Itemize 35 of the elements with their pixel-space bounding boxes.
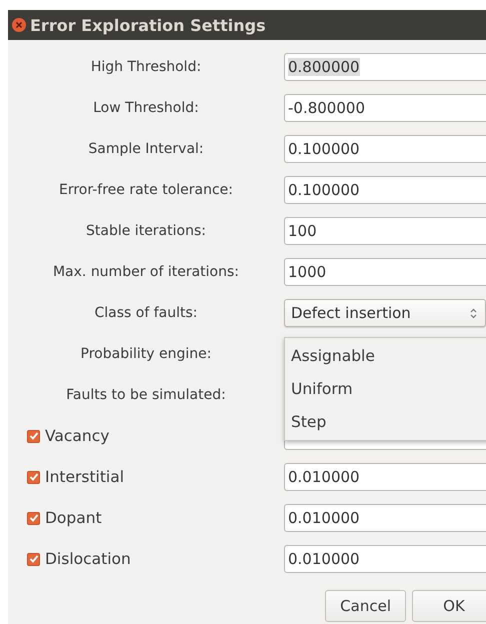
input-field[interactable]: 100 <box>284 217 486 245</box>
input-field[interactable]: 0.800000 <box>284 53 486 81</box>
input-field[interactable]: 1000 <box>284 258 486 286</box>
field-label: Low Threshold: <box>92 100 200 116</box>
checkbox-label: Dopant <box>45 509 102 527</box>
field-label: Probability engine: <box>80 346 212 362</box>
field-label: High Threshold: <box>90 59 202 75</box>
cancel-button[interactable]: Cancel <box>325 590 406 622</box>
checkbox-label: Interstitial <box>45 468 124 486</box>
window-title: Error Exploration Settings <box>30 16 266 34</box>
spinner-icon <box>470 308 477 318</box>
ok-button[interactable]: OK <box>412 590 486 622</box>
checkbox-label: Vacancy <box>45 427 110 445</box>
field-label: Sample Interval: <box>87 141 205 157</box>
input-field[interactable]: 0.010000 <box>284 463 486 491</box>
checkbox-label: Dislocation <box>45 550 131 568</box>
checkbox[interactable] <box>27 512 40 524</box>
menu-item[interactable]: Uniform <box>285 377 486 402</box>
input-field[interactable]: 0.010000 <box>284 504 486 532</box>
field-label: Error-free rate tolerance: <box>58 182 234 198</box>
field-label: Max. number of iterations: <box>52 264 240 280</box>
input-field[interactable]: 0.010000 <box>284 545 486 573</box>
input-field[interactable]: -0.800000 <box>284 94 486 122</box>
input-field[interactable]: 0.100000 <box>284 135 486 163</box>
checkbox[interactable] <box>27 430 40 442</box>
menu-item[interactable]: Step <box>285 410 486 435</box>
close-icon[interactable] <box>12 18 26 32</box>
checkbox[interactable] <box>27 552 40 566</box>
input-field[interactable]: 0.100000 <box>284 176 486 204</box>
field-label: Faults to be simulated: <box>65 387 227 403</box>
menu-item[interactable]: Assignable <box>285 344 486 369</box>
field-label: Class of faults: <box>94 305 198 321</box>
field-label: Stable iterations: <box>85 223 207 239</box>
checkbox[interactable] <box>27 470 40 484</box>
dropdown-field[interactable]: Defect insertion <box>284 299 486 327</box>
